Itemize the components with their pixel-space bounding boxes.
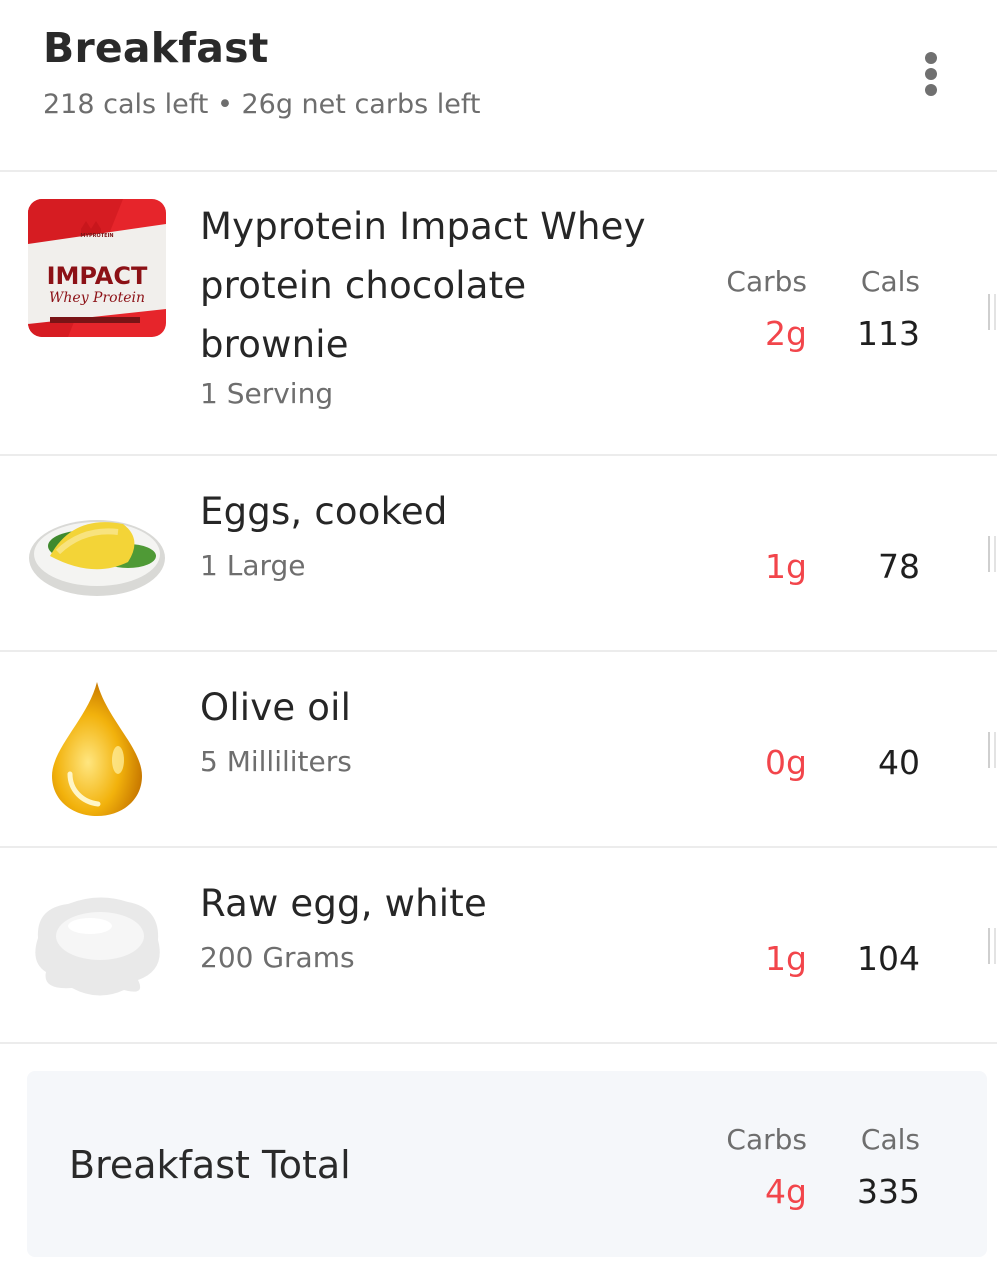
cals-label: Cals (860, 1123, 920, 1156)
food-name: Olive oil (200, 686, 352, 729)
protein-powder-pouch-icon: MYPROTEIN IMPACT Whey Protein (28, 199, 166, 337)
meal-title: Breakfast (43, 24, 269, 72)
drag-handle-icon[interactable] (988, 928, 996, 964)
pouch-subname: Whey Protein (49, 290, 145, 306)
food-name: Myprotein Impact Whey protein chocolate … (200, 205, 646, 366)
cals-value: 113 (857, 314, 920, 353)
carbs-value: 1g (765, 939, 807, 978)
carbs-value: 0g (765, 743, 807, 782)
food-serving: 1 Large (200, 549, 306, 582)
drag-handle-icon[interactable] (988, 732, 996, 768)
food-serving: 1 Serving (200, 377, 334, 410)
food-name: Eggs, cooked (200, 490, 448, 533)
egg-white-icon (35, 897, 160, 996)
food-serving: 200 Grams (200, 941, 355, 974)
drag-handle-icon[interactable] (988, 294, 996, 330)
food-row-protein[interactable]: MYPROTEIN IMPACT Whey Protein Myprotein … (0, 172, 997, 456)
cals-value: 40 (878, 743, 920, 782)
more-options-icon[interactable] (908, 48, 954, 100)
cals-value: 104 (857, 939, 920, 978)
meal-card: Breakfast 218 cals left • 26g net carbs … (0, 0, 997, 1280)
meal-header: Breakfast 218 cals left • 26g net carbs … (0, 0, 997, 172)
meal-summary: 218 cals left • 26g net carbs left (43, 89, 481, 120)
total-cals-value: 335 (857, 1172, 920, 1211)
total-carbs-value: 4g (765, 1172, 807, 1211)
omelette-plate-icon (29, 520, 165, 596)
food-row-egg-white[interactable]: Raw egg, white 200 Grams 1g 104 (0, 848, 997, 1044)
carbs-value: 1g (765, 547, 807, 586)
food-serving: 5 Milliliters (200, 745, 352, 778)
carbs-value: 2g (765, 314, 807, 353)
food-row-eggs[interactable]: Eggs, cooked 1 Large 1g 78 (0, 456, 997, 652)
carbs-label: Carbs (726, 1123, 807, 1156)
food-row-olive-oil[interactable]: Olive oil 5 Milliliters 0g 40 (0, 652, 997, 848)
total-label: Breakfast Total (69, 1143, 351, 1187)
carbs-label: Carbs (726, 265, 807, 298)
pouch-name: IMPACT (47, 262, 148, 290)
drag-handle-icon[interactable] (988, 536, 996, 572)
meal-total: Breakfast Total Carbs Cals 4g 335 (27, 1071, 987, 1257)
pouch-brand: MYPROTEIN (80, 233, 113, 239)
cals-label: Cals (860, 265, 920, 298)
oil-drop-icon (52, 682, 142, 816)
food-name: Raw egg, white (200, 882, 487, 925)
cals-value: 78 (878, 547, 920, 586)
